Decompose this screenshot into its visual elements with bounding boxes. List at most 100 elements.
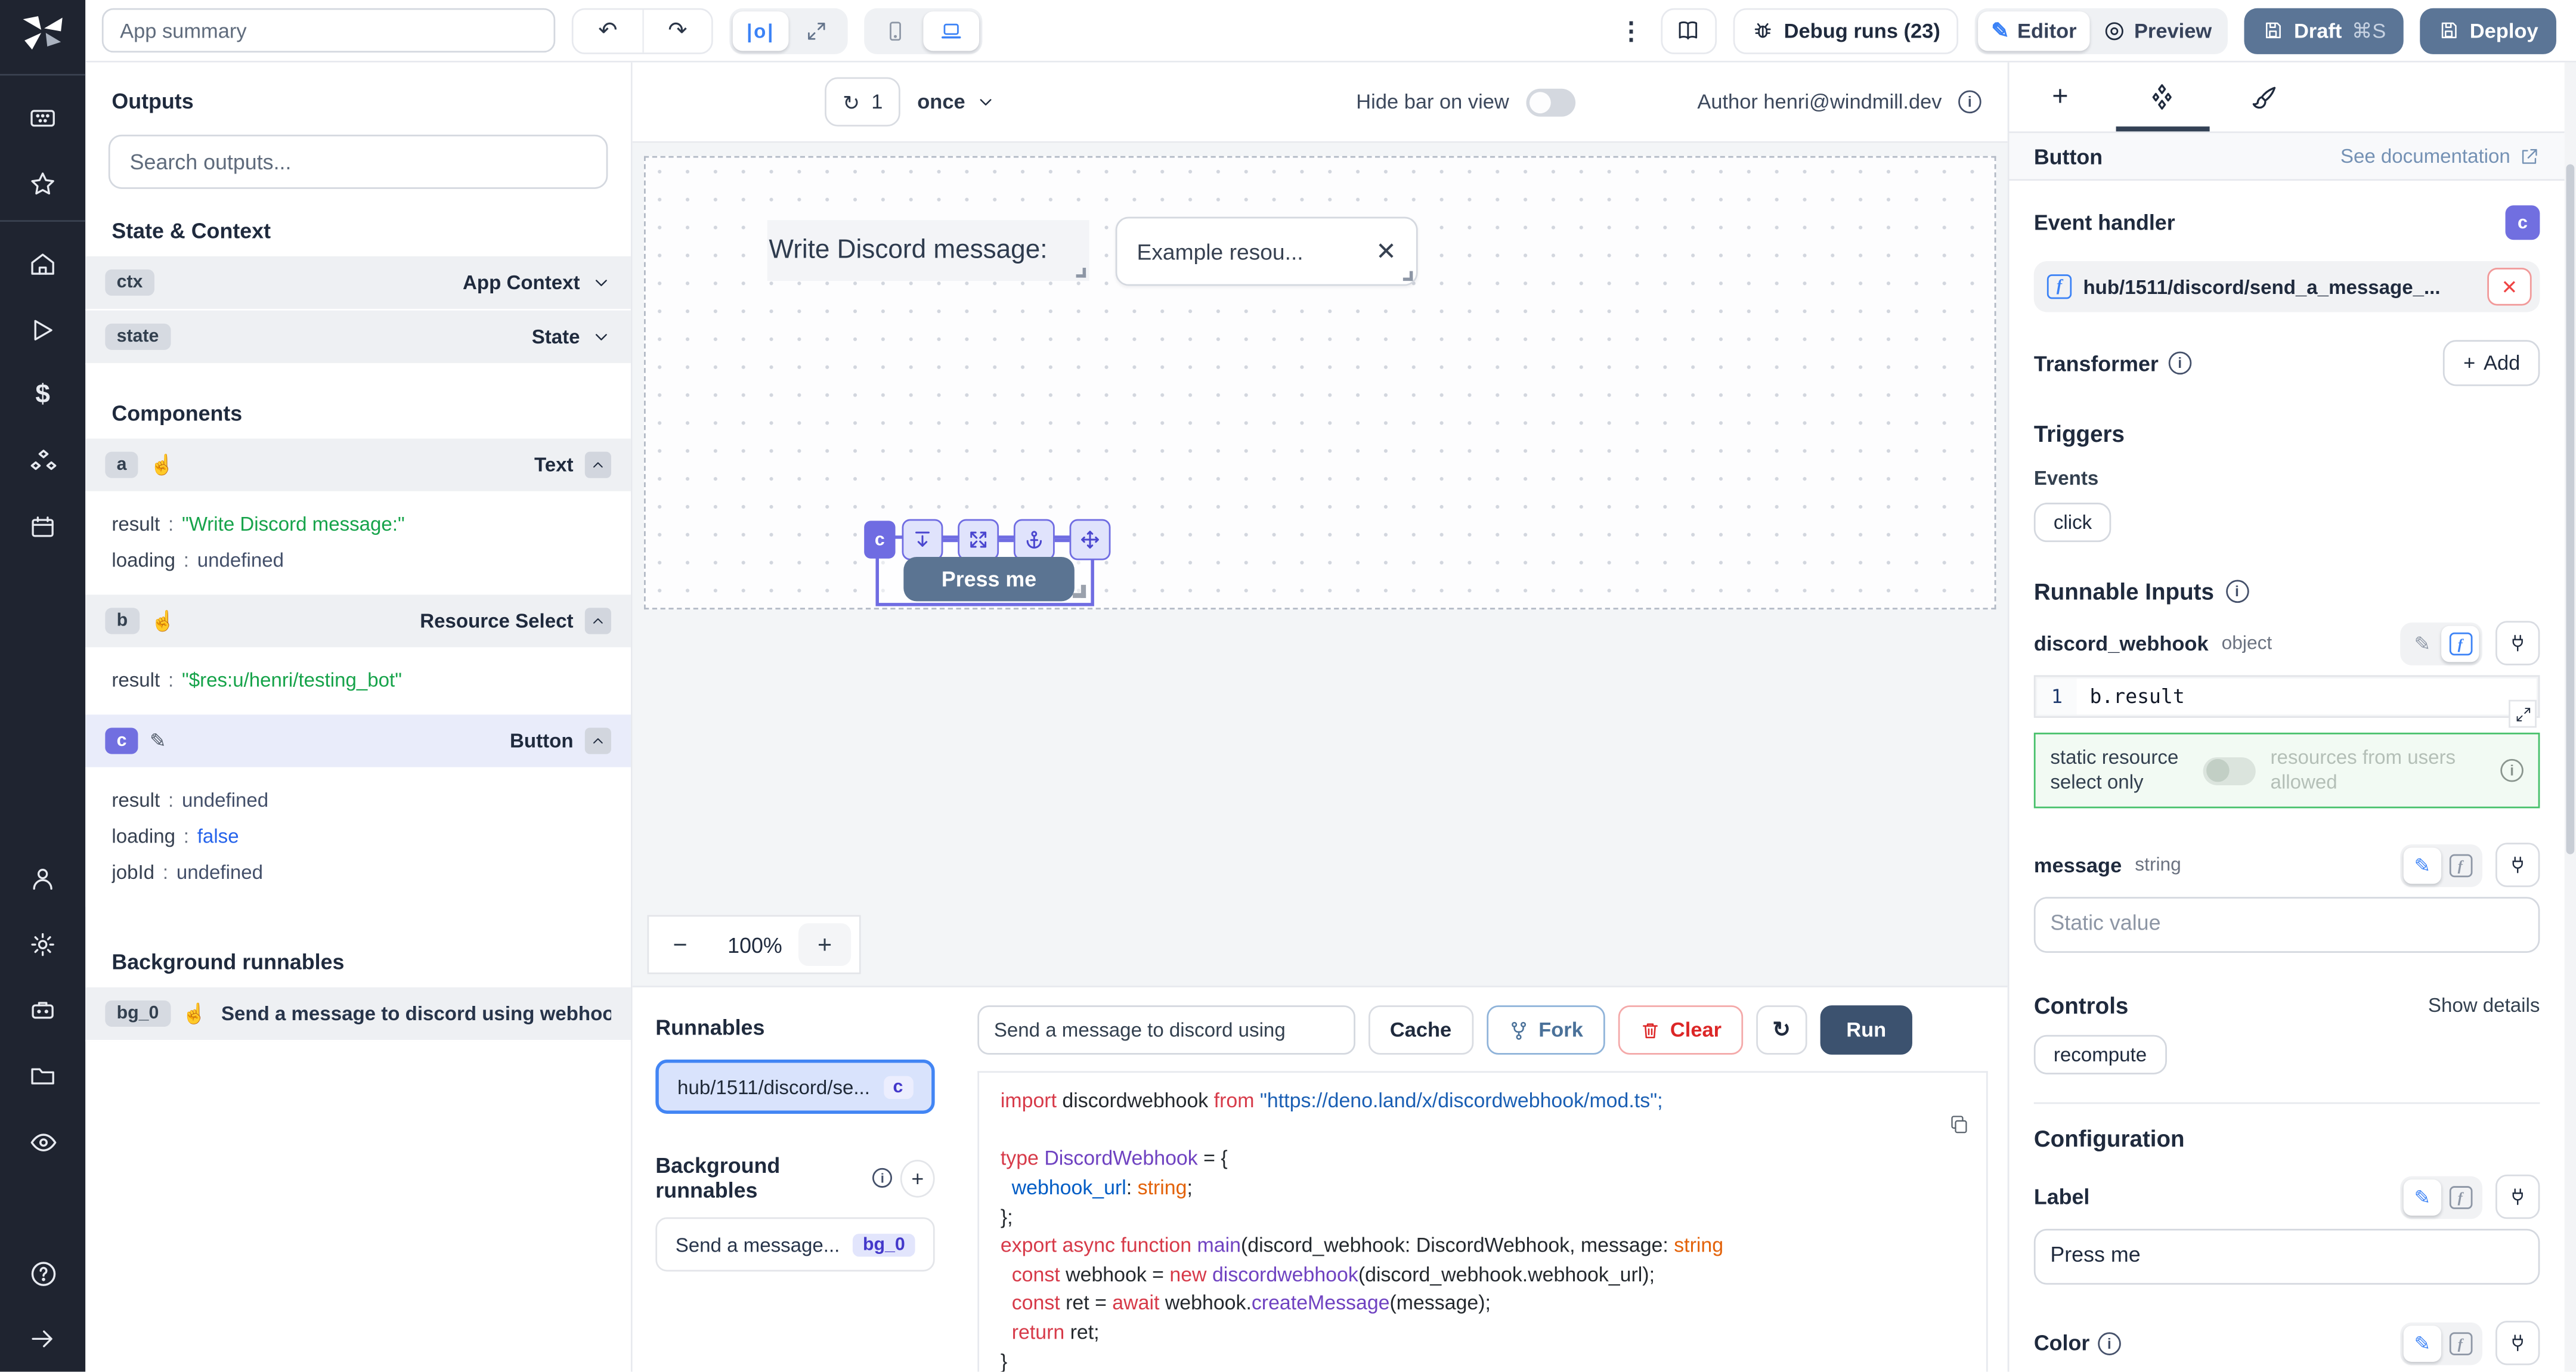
copy-code-icon[interactable]: [1949, 1114, 1970, 1144]
connected-mode-f-icon[interactable]: f: [2441, 1179, 2479, 1215]
component-id-tab[interactable]: c: [864, 521, 895, 558]
remove-runnable-x-icon[interactable]: ✕: [2487, 268, 2531, 305]
output-row-state[interactable]: state State: [85, 311, 631, 365]
deploy-button[interactable]: Deploy: [2420, 7, 2556, 53]
clear-selection-x-icon[interactable]: ✕: [1376, 237, 1397, 267]
clear-button[interactable]: Clear: [1618, 1006, 1743, 1055]
transformer-info-icon[interactable]: i: [2168, 352, 2191, 375]
static-resource-info-icon[interactable]: i: [2500, 759, 2524, 782]
code-editor[interactable]: import discordwebhook from "https://deno…: [977, 1071, 1987, 1372]
reload-button[interactable]: ↻: [1756, 1006, 1807, 1055]
resize-handle[interactable]: [1073, 585, 1086, 598]
expand-editor-icon[interactable]: [2509, 700, 2537, 728]
expand-component-icon[interactable]: [958, 519, 999, 560]
fullscreen-layout-button[interactable]: [788, 11, 844, 50]
recompute-pill[interactable]: recompute: [2034, 1035, 2166, 1074]
schedules-icon[interactable]: [13, 498, 72, 557]
undo-button[interactable]: ↶: [574, 9, 643, 52]
press-me-button[interactable]: Press me: [903, 557, 1075, 601]
color-info-icon[interactable]: i: [2098, 1331, 2121, 1355]
message-static-value-input[interactable]: [2034, 897, 2540, 953]
static-mode-pencil-icon[interactable]: ✎: [2404, 1325, 2441, 1361]
outputs-search-input[interactable]: [126, 148, 590, 176]
favorites-star-icon[interactable]: [13, 154, 72, 213]
collapse-chevron-up-icon[interactable]: [585, 608, 611, 634]
user-icon[interactable]: [13, 850, 72, 909]
tab-insert-component[interactable]: +: [2009, 63, 2111, 132]
scrollbar-thumb[interactable]: [2566, 165, 2574, 854]
collapse-chevron-up-icon[interactable]: [585, 728, 611, 754]
collapse-sidebar-arrow-icon[interactable]: [13, 1309, 72, 1368]
schedule-mode-dropdown[interactable]: once: [917, 91, 995, 114]
component-row-b[interactable]: b ☝ Resource Select: [85, 594, 631, 649]
tab-component-settings[interactable]: [2111, 63, 2213, 132]
background-runnable-item[interactable]: Send a message... bg_0: [655, 1218, 934, 1272]
workspace-switcher-icon[interactable]: [13, 89, 72, 148]
resize-handle[interactable]: [1076, 268, 1086, 278]
edit-id-pencil-icon[interactable]: ✎: [150, 729, 166, 752]
static-mode-pencil-icon[interactable]: ✎: [2404, 847, 2441, 883]
insert-below-icon[interactable]: [902, 519, 943, 560]
app-summary-input[interactable]: [102, 8, 555, 52]
zoom-out-button[interactable]: −: [649, 931, 711, 959]
label-value-input[interactable]: [2034, 1229, 2540, 1285]
component-row-c[interactable]: c ✎ Button: [85, 714, 631, 769]
resize-handle[interactable]: [1403, 271, 1413, 281]
connected-mode-f-icon[interactable]: f: [2441, 625, 2479, 661]
author-info-icon[interactable]: i: [1958, 91, 1981, 114]
connect-plug-icon[interactable]: [2496, 843, 2540, 887]
more-options-kebab-icon[interactable]: ⋮: [1618, 16, 1644, 45]
tab-styling[interactable]: [2213, 63, 2315, 132]
pointer-hand-icon[interactable]: ☝: [182, 1002, 206, 1026]
add-transformer-button[interactable]: + Add: [2444, 340, 2540, 386]
connect-plug-icon[interactable]: [2496, 1321, 2540, 1365]
selected-button-component-cell[interactable]: c: [875, 535, 1094, 606]
folders-icon[interactable]: [13, 1047, 72, 1106]
audit-eye-icon[interactable]: [13, 1113, 72, 1172]
background-runnable-row-bg0[interactable]: bg_0 ☝ Send a message to discord using w…: [85, 987, 631, 1042]
chevron-down-icon[interactable]: [592, 272, 611, 292]
hide-bar-toggle[interactable]: [1525, 88, 1575, 116]
connect-plug-icon[interactable]: [2496, 1175, 2540, 1219]
pointer-hand-icon[interactable]: ☝: [151, 609, 175, 633]
resources-from-users-toggle[interactable]: [2203, 757, 2256, 785]
component-row-a[interactable]: a ☝ Text: [85, 439, 631, 493]
help-icon[interactable]: [13, 1244, 72, 1303]
collapse-chevron-up-icon[interactable]: [585, 452, 611, 478]
debug-runs-button[interactable]: Debug runs (23): [1733, 7, 1958, 53]
runnable-name-input[interactable]: [977, 1006, 1355, 1055]
redo-button[interactable]: ↷: [642, 9, 711, 52]
chevron-down-icon[interactable]: [592, 327, 611, 346]
output-row-ctx[interactable]: ctx App Context: [85, 256, 631, 311]
desktop-view-button[interactable]: [923, 11, 979, 50]
windmill-logo-icon[interactable]: [18, 13, 67, 61]
connected-mode-f-icon[interactable]: f: [2441, 847, 2479, 883]
event-handler-runnable[interactable]: f hub/1511/discord/send_a_message_... ✕: [2034, 261, 2540, 312]
run-button[interactable]: Run: [1820, 1006, 1912, 1055]
docs-book-button[interactable]: [1661, 7, 1717, 53]
runs-icon[interactable]: [13, 301, 72, 360]
add-background-runnable-button[interactable]: +: [900, 1159, 934, 1197]
app-canvas[interactable]: Write Discord message: Example resou... …: [644, 156, 1996, 609]
resources-icon[interactable]: [13, 432, 72, 491]
info-icon[interactable]: i: [872, 1168, 892, 1188]
refresh-count-button[interactable]: ↻ 1: [825, 77, 901, 126]
connect-plug-icon[interactable]: [2496, 621, 2540, 665]
workers-icon[interactable]: [13, 981, 72, 1040]
fork-button[interactable]: Fork: [1486, 1006, 1605, 1055]
home-icon[interactable]: [13, 235, 72, 294]
tab-editor[interactable]: ✎ Editor: [1978, 11, 2089, 50]
move-icon[interactable]: [1070, 519, 1111, 560]
zoom-in-button[interactable]: +: [798, 923, 851, 966]
pointer-hand-icon[interactable]: ☝: [150, 453, 174, 476]
inspector-scrollbar[interactable]: [2565, 63, 2576, 1372]
anchor-icon[interactable]: [1014, 519, 1055, 560]
selected-runnable-item[interactable]: hub/1511/discord/se... c: [655, 1060, 934, 1114]
draft-save-button[interactable]: Draft ⌘S: [2244, 7, 2404, 53]
centered-layout-button[interactable]: |o|: [733, 11, 789, 50]
expression-editor[interactable]: 1 b.result: [2034, 675, 2540, 718]
canvas-resource-select-component[interactable]: Example resou... ✕: [1116, 217, 1418, 286]
canvas-text-component[interactable]: Write Discord message:: [767, 220, 1089, 281]
see-documentation-link[interactable]: See documentation: [2340, 144, 2540, 168]
runnable-inputs-info-icon[interactable]: i: [2225, 580, 2249, 603]
